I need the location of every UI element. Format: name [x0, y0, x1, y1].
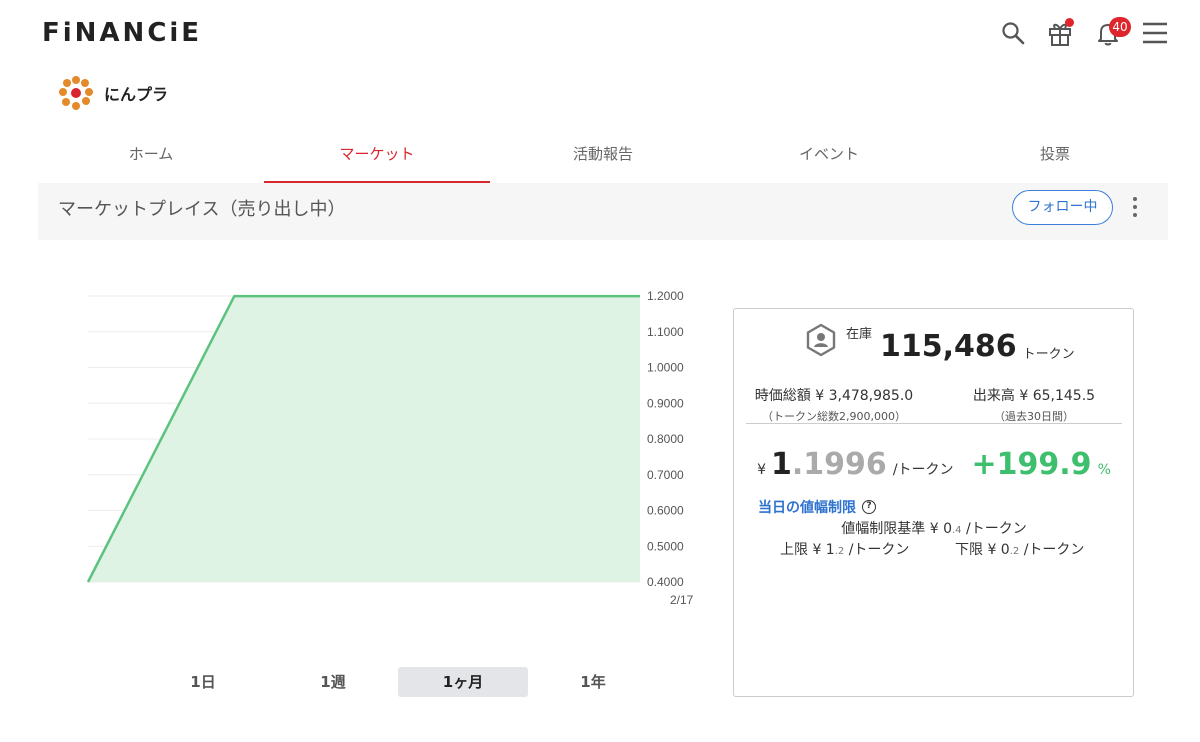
tab-market[interactable]: マーケット: [264, 130, 490, 183]
app-header: FiNANCiE 40: [0, 0, 1200, 70]
limit-lower-unit: /トークン: [1019, 542, 1085, 558]
stock-value: 115,486: [880, 329, 1017, 364]
limit-lower-label: 下限 ¥ 0: [955, 542, 1010, 558]
y-tick-label: 0.8000: [647, 432, 684, 446]
price-limit-lower: 下限 ¥ 0.2 /トークン: [955, 539, 1084, 559]
market-cap-note: （トークン総数2,900,000）: [762, 410, 906, 423]
project-header[interactable]: にんプラ: [58, 74, 168, 112]
period-1-day[interactable]: 1日: [138, 667, 268, 697]
volume-value: 出来高 ¥ 65,145.5: [972, 388, 1096, 404]
period-selector: 1日 1週 1ヶ月 1年: [138, 667, 658, 697]
y-tick-label: 0.4000: [647, 575, 684, 589]
price-chart-svg: 1.2000 1.1000 1.0000 0.9000 0.8000 0.7000 0.60…: [86, 289, 694, 607]
price-unit: /トークン: [892, 462, 954, 478]
volume-note: （過去30日間）: [994, 410, 1074, 423]
y-tick-label: 0.5000: [647, 539, 684, 553]
price-chart: 1.2000 1.1000 1.0000 0.9000 0.8000 0.7000 0.60…: [60, 270, 710, 620]
token-info-card: 在庫 115,486 トークン 時価総額 ¥ 3,478,985.0 （トークン…: [733, 308, 1134, 697]
limit-upper-unit: /トークン: [844, 542, 910, 558]
y-tick-label: 0.7000: [647, 468, 684, 482]
limit-upper-label: 上限 ¥ 1: [780, 542, 835, 558]
financie-logo[interactable]: FiNANCiE: [42, 18, 202, 48]
x-tick-label: 2/17: [670, 593, 694, 607]
help-icon[interactable]: ?: [862, 500, 876, 514]
y-tick-label: 1.2000: [647, 289, 684, 303]
price-limit-base: 値幅制限基準 ¥ 0.4 /トークン: [734, 518, 1134, 538]
market-cap-value: 時価総額 ¥ 3,478,985.0: [754, 388, 914, 404]
price-limit-label[interactable]: 当日の値幅制限: [758, 497, 856, 517]
card-divider: [746, 423, 1122, 424]
limit-upper-decimal: .2: [834, 546, 845, 557]
y-tick-label: 1.1000: [647, 325, 684, 339]
price-decimal: .1996: [791, 447, 887, 482]
trading-volume: 出来高 ¥ 65,145.5 （過去30日間）: [934, 385, 1134, 424]
price-limit-title[interactable]: 当日の値幅制限 ?: [758, 497, 876, 517]
price-limit-upper: 上限 ¥ 1.2 /トークン: [780, 539, 909, 559]
limit-base-unit: /トークン: [961, 521, 1027, 537]
gift-icon[interactable]: [1045, 18, 1075, 48]
marketplace-section-bar: マーケットプレイス（売り出し中） フォロー中: [38, 183, 1168, 240]
limit-base-label: 値幅制限基準 ¥ 0: [841, 521, 952, 537]
user-hexagon-icon: [806, 323, 836, 357]
project-name: にんプラ: [104, 85, 169, 104]
y-tick-label: 0.9000: [647, 396, 684, 410]
current-price: ¥ 1 .1996 /トークン +199.9 %: [734, 447, 1134, 482]
tab-voting[interactable]: 投票: [942, 130, 1168, 183]
tab-activity-report[interactable]: 活動報告: [490, 130, 716, 183]
y-tick-label: 1.0000: [647, 361, 684, 375]
gift-notification-dot: [1065, 18, 1074, 27]
tab-home[interactable]: ホーム: [38, 130, 264, 183]
follow-button[interactable]: フォロー中: [1012, 190, 1113, 225]
project-logo-icon: [59, 76, 93, 110]
stock-label: 在庫: [846, 327, 873, 342]
search-icon[interactable]: [998, 18, 1028, 48]
period-1-year[interactable]: 1年: [528, 667, 658, 697]
tab-events[interactable]: イベント: [716, 130, 942, 183]
section-title: マーケットプレイス（売り出し中）: [58, 199, 346, 220]
bell-icon[interactable]: 40: [1093, 17, 1131, 48]
limit-lower-decimal: .2: [1009, 546, 1020, 557]
market-cap: 時価総額 ¥ 3,478,985.0 （トークン総数2,900,000）: [734, 385, 934, 424]
period-1-week[interactable]: 1週: [268, 667, 398, 697]
price-currency: ¥: [757, 462, 767, 478]
price-change-unit: %: [1097, 462, 1111, 478]
y-tick-label: 0.6000: [647, 504, 684, 518]
limit-base-decimal: .4: [952, 525, 962, 536]
price-area: [88, 296, 640, 582]
stock-row: 在庫 115,486 トークン: [804, 323, 1075, 364]
price-change: +199.9: [971, 447, 1092, 482]
price-integer: 1: [771, 447, 792, 482]
hamburger-menu-icon[interactable]: [1140, 18, 1170, 48]
period-1-month[interactable]: 1ヶ月: [398, 667, 528, 697]
notification-badge: 40: [1109, 17, 1131, 37]
stock-unit: トークン: [1022, 347, 1075, 362]
more-options-icon[interactable]: [1125, 192, 1145, 222]
project-tabs: ホーム マーケット 活動報告 イベント 投票: [38, 130, 1168, 183]
